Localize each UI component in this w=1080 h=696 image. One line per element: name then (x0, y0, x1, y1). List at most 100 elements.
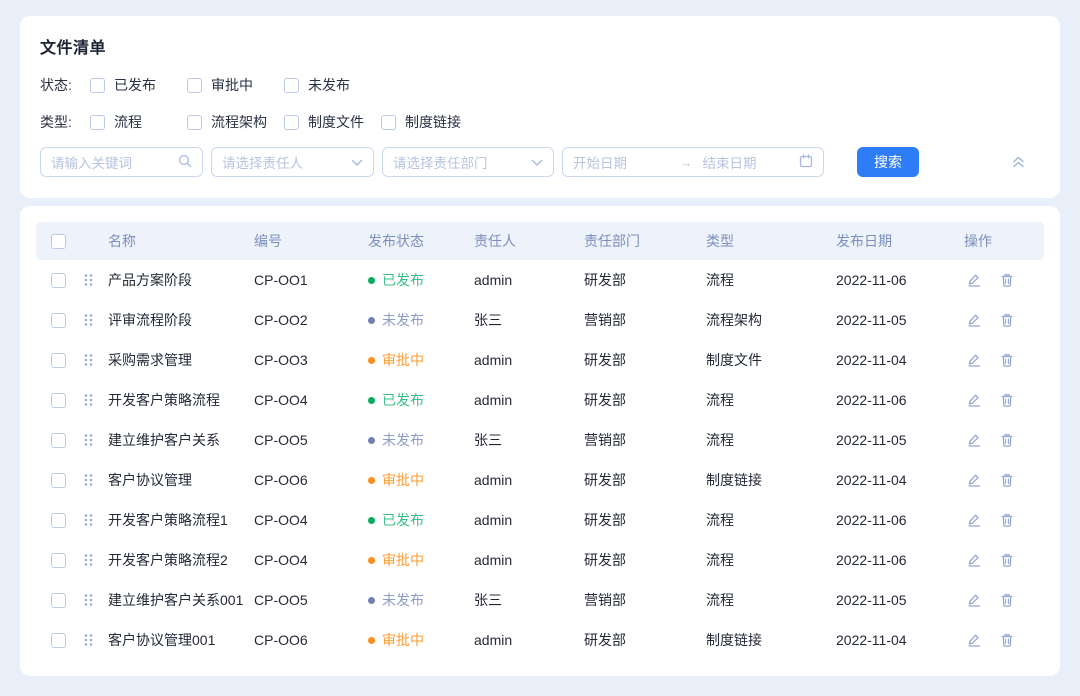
row-checkbox[interactable] (51, 273, 66, 288)
edit-button[interactable] (966, 352, 982, 368)
drag-handle-icon[interactable] (80, 353, 108, 367)
owner: admin (474, 552, 584, 568)
row-checkbox[interactable] (51, 513, 66, 528)
status-badge: 已发布 (368, 270, 474, 290)
department-select[interactable]: 请选择责任部门 (382, 147, 554, 177)
trash-icon (999, 352, 1015, 368)
drag-handle-icon[interactable] (80, 633, 108, 647)
edit-pencil-icon (966, 312, 982, 328)
edit-button[interactable] (966, 472, 982, 488)
delete-button[interactable] (999, 352, 1015, 368)
table-header-row: 名称 编号 发布状态 责任人 责任部门 类型 发布日期 操作 (36, 222, 1044, 260)
status-checkbox-approving[interactable]: 审批中 (187, 75, 284, 95)
drag-handle-icon[interactable] (80, 433, 108, 447)
column-header-owner: 责任人 (474, 231, 584, 251)
drag-handle-icon[interactable] (80, 273, 108, 287)
file-name: 开发客户策略流程 (108, 390, 254, 410)
row-checkbox[interactable] (51, 473, 66, 488)
checkbox-icon[interactable] (284, 115, 299, 130)
column-header-type: 类型 (706, 231, 836, 251)
search-button[interactable]: 搜索 (857, 147, 919, 177)
status-dot-icon (368, 597, 375, 604)
row-actions (964, 432, 1044, 448)
drag-handle-icon[interactable] (80, 473, 108, 487)
status-checkbox-published[interactable]: 已发布 (90, 75, 187, 95)
checkbox-icon[interactable] (284, 78, 299, 93)
drag-handle-icon[interactable] (80, 313, 108, 327)
edit-button[interactable] (966, 312, 982, 328)
row-checkbox[interactable] (51, 553, 66, 568)
page-title: 文件清单 (40, 34, 1040, 58)
status-checkbox-unpublished[interactable]: 未发布 (284, 75, 381, 95)
checkbox-icon[interactable] (381, 115, 396, 130)
edit-button[interactable] (966, 392, 982, 408)
checkbox-icon[interactable] (187, 78, 202, 93)
type-checkbox-architecture[interactable]: 流程架构 (187, 112, 284, 132)
row-checkbox[interactable] (51, 593, 66, 608)
status-dot-icon (368, 637, 375, 644)
type-checkbox-policy-link[interactable]: 制度链接 (381, 112, 478, 132)
edit-pencil-icon (966, 432, 982, 448)
checkbox-icon[interactable] (187, 115, 202, 130)
status-dot-icon (368, 517, 375, 524)
delete-button[interactable] (999, 512, 1015, 528)
table-row: 客户协议管理 CP-OO6 审批中 admin 研发部 制度链接 2022-11… (36, 460, 1044, 500)
calendar-icon (799, 154, 813, 171)
department: 研发部 (584, 630, 706, 650)
row-checkbox[interactable] (51, 633, 66, 648)
date-range-picker[interactable]: 开始日期 → 结束日期 (562, 147, 824, 177)
delete-button[interactable] (999, 392, 1015, 408)
owner-select[interactable]: 请选择责任人 (211, 147, 374, 177)
column-header-department: 责任部门 (584, 231, 706, 251)
checkbox-icon[interactable] (90, 78, 105, 93)
edit-button[interactable] (966, 632, 982, 648)
edit-button[interactable] (966, 592, 982, 608)
search-icon (178, 154, 192, 171)
delete-button[interactable] (999, 432, 1015, 448)
checkbox-icon[interactable] (90, 115, 105, 130)
row-actions (964, 352, 1044, 368)
file-code: CP-OO4 (254, 552, 368, 568)
drag-handle-icon[interactable] (80, 393, 108, 407)
collapse-filters-button[interactable] (1011, 155, 1026, 169)
owner: admin (474, 472, 584, 488)
file-table-panel: 名称 编号 发布状态 责任人 责任部门 类型 发布日期 操作 产品方案阶段 CP… (20, 206, 1060, 676)
edit-button[interactable] (966, 272, 982, 288)
delete-button[interactable] (999, 272, 1015, 288)
row-checkbox[interactable] (51, 393, 66, 408)
owner: admin (474, 632, 584, 648)
row-checkbox[interactable] (51, 353, 66, 368)
status-badge: 审批中 (368, 350, 474, 370)
type-checkbox-process[interactable]: 流程 (90, 112, 187, 132)
drag-handle-icon[interactable] (80, 553, 108, 567)
edit-pencil-icon (966, 512, 982, 528)
type-filter-row: 类型: 流程 流程架构 制度文件 制度链接 (40, 112, 1040, 132)
delete-button[interactable] (999, 632, 1015, 648)
delete-button[interactable] (999, 592, 1015, 608)
row-actions (964, 472, 1044, 488)
drag-handle-icon[interactable] (80, 513, 108, 527)
table-row: 产品方案阶段 CP-OO1 已发布 admin 研发部 流程 2022-11-0… (36, 260, 1044, 300)
department-placeholder: 请选择责任部门 (393, 152, 531, 172)
delete-button[interactable] (999, 472, 1015, 488)
delete-button[interactable] (999, 312, 1015, 328)
row-actions (964, 272, 1044, 288)
status-label: 已发布 (382, 270, 424, 290)
delete-button[interactable] (999, 552, 1015, 568)
edit-button[interactable] (966, 552, 982, 568)
select-all-checkbox[interactable] (51, 234, 66, 249)
row-actions (964, 552, 1044, 568)
status-option-label: 未发布 (308, 75, 350, 95)
edit-button[interactable] (966, 432, 982, 448)
type-checkbox-policy-file[interactable]: 制度文件 (284, 112, 381, 132)
file-type: 流程 (706, 430, 836, 450)
trash-icon (999, 512, 1015, 528)
file-type: 流程架构 (706, 310, 836, 330)
keyword-input[interactable]: 请输入关键词 (40, 147, 203, 177)
search-toolbar: 请输入关键词 请选择责任人 请选择责任部门 开始日期 → (40, 147, 1040, 177)
column-header-date: 发布日期 (836, 231, 964, 251)
edit-button[interactable] (966, 512, 982, 528)
row-checkbox[interactable] (51, 313, 66, 328)
row-checkbox[interactable] (51, 433, 66, 448)
drag-handle-icon[interactable] (80, 593, 108, 607)
